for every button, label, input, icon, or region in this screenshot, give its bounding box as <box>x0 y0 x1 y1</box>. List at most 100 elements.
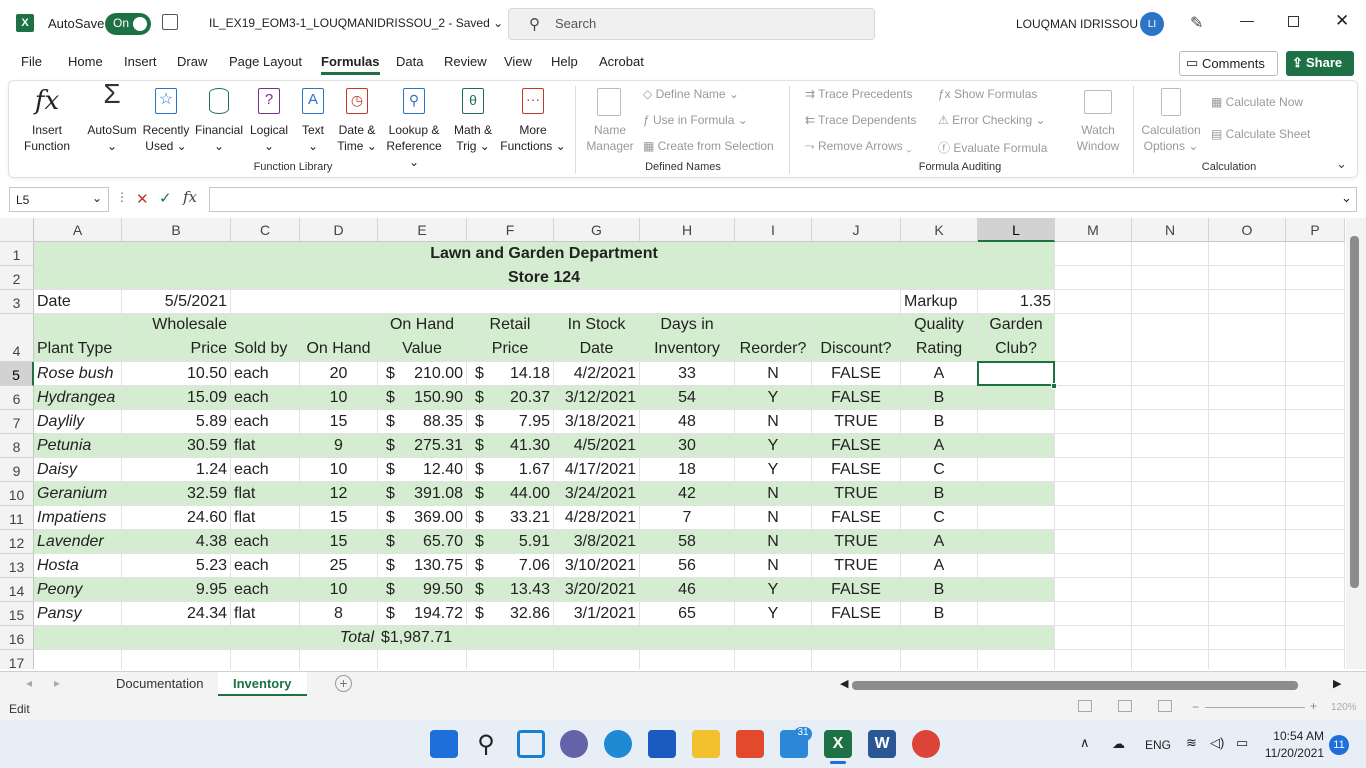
save-icon[interactable] <box>162 14 178 30</box>
math-trig-button[interactable]: θ Math & Trig ⌄ <box>450 86 496 154</box>
retail-price-cell[interactable]: $32.86 <box>467 602 554 626</box>
wholesale-price-cell[interactable]: 24.60 <box>122 506 231 530</box>
next-sheet-icon[interactable]: ▸ <box>54 676 60 690</box>
search-box[interactable]: ⚲ Search <box>508 8 875 40</box>
menu-formulas[interactable]: Formulas <box>321 54 380 75</box>
zoom-out-icon[interactable]: − <box>1192 700 1199 714</box>
on-hand-value-cell[interactable]: $275.31 <box>378 434 467 458</box>
define-name-button[interactable]: ◇ Define Name ⌄ <box>643 87 739 101</box>
fill-handle[interactable] <box>1051 383 1057 389</box>
total-row-cell[interactable] <box>34 626 122 650</box>
cell[interactable] <box>1132 362 1209 386</box>
menu-page-layout[interactable]: Page Layout <box>229 54 302 69</box>
cell[interactable] <box>1209 242 1286 266</box>
days-in-inventory-cell[interactable]: 30 <box>640 434 735 458</box>
insert-function-icon[interactable]: fx <box>183 188 197 206</box>
text-button[interactable]: A Text ⌄ <box>296 86 330 154</box>
header-cell[interactable]: On Hand Value <box>378 314 467 362</box>
scroll-right-icon[interactable]: ▶ <box>1333 677 1341 690</box>
chevron-up-icon[interactable]: ∧ <box>1080 735 1090 751</box>
header-cell[interactable]: Retail Price <box>467 314 554 362</box>
sold-by-cell[interactable]: flat <box>231 602 300 626</box>
row-header-16[interactable]: 16 <box>0 626 34 650</box>
row-header-10[interactable]: 10 <box>0 482 34 506</box>
cell[interactable] <box>1209 578 1286 602</box>
column-header-a[interactable]: A <box>34 218 122 242</box>
evaluate-formula-button[interactable]: ⓕ Evaluate Formula <box>938 139 1047 156</box>
sold-by-cell[interactable]: each <box>231 458 300 482</box>
retail-price-cell[interactable]: $14.18 <box>467 362 554 386</box>
row-header-15[interactable]: 15 <box>0 602 34 626</box>
recently-used-button[interactable]: ☆ Recently Used ⌄ <box>142 86 190 154</box>
restore-button[interactable] <box>1288 16 1299 27</box>
cell[interactable] <box>1286 290 1345 314</box>
header-cell[interactable]: On Hand <box>300 314 378 362</box>
on-hand-cell[interactable]: 8 <box>300 602 378 626</box>
insert-function-button[interactable]: fx Insert Function <box>22 86 72 154</box>
plant-type-cell[interactable]: Petunia <box>34 434 122 458</box>
comments-button[interactable]: ▭ Comments <box>1179 51 1278 76</box>
cell[interactable] <box>467 650 554 669</box>
on-hand-value-cell[interactable]: $65.70 <box>378 530 467 554</box>
menu-review[interactable]: Review <box>444 54 487 69</box>
plant-type-cell[interactable]: Daylily <box>34 410 122 434</box>
cell[interactable] <box>1286 362 1345 386</box>
on-hand-cell[interactable]: 25 <box>300 554 378 578</box>
share-button[interactable]: ⇪ Share <box>1286 51 1354 76</box>
column-header-i[interactable]: I <box>735 218 812 242</box>
cell[interactable] <box>1286 602 1345 626</box>
enter-check-icon[interactable]: ✓ <box>159 189 172 207</box>
date-value-cell[interactable]: 5/5/2021 <box>122 290 231 314</box>
cell[interactable] <box>1132 578 1209 602</box>
cell[interactable] <box>1055 506 1132 530</box>
page-break-view-icon[interactable] <box>1158 700 1172 712</box>
header-cell[interactable]: Garden Club? <box>978 314 1055 362</box>
row-header-13[interactable]: 13 <box>0 554 34 578</box>
cell[interactable] <box>1055 386 1132 410</box>
header-cell[interactable]: Wholesale Price <box>122 314 231 362</box>
zoom-level[interactable]: 120% <box>1331 702 1357 713</box>
scroll-left-icon[interactable]: ◀ <box>840 677 848 690</box>
trace-precedents-button[interactable]: ⇉ Trace Precedents <box>805 87 912 101</box>
total-row-cell[interactable] <box>640 626 735 650</box>
minimize-button[interactable]: — <box>1240 12 1254 28</box>
wholesale-price-cell[interactable]: 30.59 <box>122 434 231 458</box>
cell[interactable] <box>1209 386 1286 410</box>
days-in-inventory-cell[interactable]: 65 <box>640 602 735 626</box>
wholesale-price-cell[interactable]: 24.34 <box>122 602 231 626</box>
clock-date[interactable]: 11/20/2021 <box>1260 746 1324 760</box>
days-in-inventory-cell[interactable]: 33 <box>640 362 735 386</box>
cell[interactable] <box>1209 554 1286 578</box>
cell[interactable] <box>1132 506 1209 530</box>
column-header-e[interactable]: E <box>378 218 467 242</box>
financial-button[interactable]: Financial ⌄ <box>194 86 244 154</box>
formula-input[interactable] <box>209 187 1357 212</box>
cell[interactable] <box>1209 530 1286 554</box>
designer-icon[interactable]: ✎ <box>1190 13 1203 33</box>
row-header-1[interactable]: 1 <box>0 242 34 266</box>
markup-value-cell[interactable]: 1.35 <box>978 290 1055 314</box>
cell[interactable] <box>554 650 640 669</box>
cell[interactable] <box>1286 626 1345 650</box>
retail-price-cell[interactable]: $13.43 <box>467 578 554 602</box>
cell[interactable] <box>1132 386 1209 410</box>
sold-by-cell[interactable]: each <box>231 578 300 602</box>
reorder-cell[interactable]: Y <box>735 602 812 626</box>
column-header-m[interactable]: M <box>1055 218 1132 242</box>
clock-time[interactable]: 10:54 AM <box>1268 729 1324 743</box>
cell[interactable] <box>1055 314 1132 362</box>
header-cell[interactable]: In Stock Date <box>554 314 640 362</box>
tab-inventory[interactable]: Inventory <box>218 672 307 696</box>
row-header-9[interactable]: 9 <box>0 458 34 482</box>
total-label-cell[interactable]: Total <box>300 626 378 650</box>
discount-cell[interactable]: TRUE <box>812 530 901 554</box>
retail-price-cell[interactable]: $1.67 <box>467 458 554 482</box>
header-cell[interactable]: Reorder? <box>735 314 812 362</box>
days-in-inventory-cell[interactable]: 54 <box>640 386 735 410</box>
in-stock-date-cell[interactable]: 4/5/2021 <box>554 434 640 458</box>
discount-cell[interactable]: FALSE <box>812 434 901 458</box>
reorder-cell[interactable]: Y <box>735 434 812 458</box>
plant-type-cell[interactable]: Rose bush <box>34 362 122 386</box>
horizontal-scroll-thumb[interactable] <box>852 681 1298 690</box>
garden-club-cell[interactable] <box>978 410 1055 434</box>
